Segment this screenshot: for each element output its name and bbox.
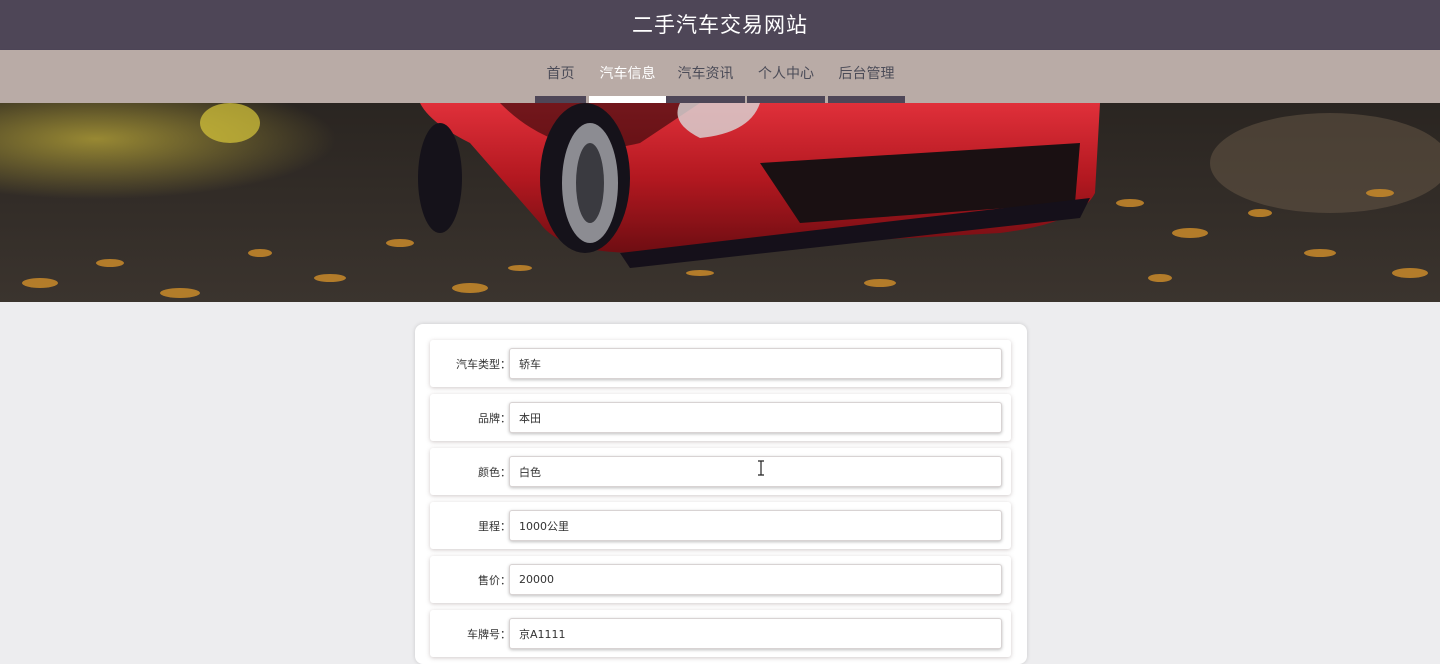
field-label: 售价： — [478, 573, 511, 587]
car-type-field[interactable]: 轿车 — [509, 348, 1002, 379]
nav-item-label: 汽车信息 — [599, 66, 656, 82]
form-row-color: 颜色： 白色 — [430, 448, 1011, 495]
field-label: 车牌号： — [467, 627, 511, 641]
car-detail-form: 汽车类型： 轿车 品牌： 本田 颜色： 白色 里程： 1000公里 售价： 20… — [415, 324, 1027, 664]
nav-item-home[interactable]: 首页 — [535, 50, 586, 103]
brand-field[interactable]: 本田 — [509, 402, 1002, 433]
nav-item-label: 后台管理 — [838, 66, 895, 82]
nav-item-underline — [535, 96, 586, 103]
nav-item-label: 汽车资讯 — [677, 66, 734, 82]
nav-item-label: 首页 — [546, 66, 575, 82]
plate-number-field[interactable]: 京A1111 — [509, 618, 1002, 649]
site-title: 二手汽车交易网站 — [632, 13, 808, 37]
form-row-plate-number: 车牌号： 京A1111 — [430, 610, 1011, 657]
field-label: 颜色： — [478, 465, 511, 479]
nav-item-label: 个人中心 — [758, 66, 814, 82]
nav-item-car-info[interactable]: 汽车信息 — [589, 50, 666, 103]
nav-item-underline — [828, 96, 905, 103]
nav-item-car-news[interactable]: 汽车资讯 — [666, 50, 745, 103]
nav-item-underline — [666, 96, 745, 103]
form-row-car-type: 汽车类型： 轿车 — [430, 340, 1011, 387]
form-row-brand: 品牌： 本田 — [430, 394, 1011, 441]
field-label: 品牌： — [478, 411, 511, 425]
nav-item-underline — [589, 96, 666, 103]
field-label: 里程： — [478, 519, 511, 533]
price-field[interactable]: 20000 — [509, 564, 1002, 595]
banner-image — [0, 103, 1440, 302]
nav-item-personal-center[interactable]: 个人中心 — [747, 50, 825, 103]
main-nav: 首页 汽车信息 汽车资讯 个人中心 后台管理 — [0, 50, 1440, 103]
text-cursor-icon — [758, 460, 764, 476]
banner-carousel[interactable] — [0, 103, 1440, 302]
field-label: 汽车类型： — [456, 357, 511, 371]
nav-item-admin[interactable]: 后台管理 — [828, 50, 905, 103]
mileage-field[interactable]: 1000公里 — [509, 510, 1002, 541]
site-header: 二手汽车交易网站 — [0, 0, 1440, 50]
form-row-price: 售价： 20000 — [430, 556, 1011, 603]
nav-item-underline — [747, 96, 825, 103]
form-row-mileage: 里程： 1000公里 — [430, 502, 1011, 549]
